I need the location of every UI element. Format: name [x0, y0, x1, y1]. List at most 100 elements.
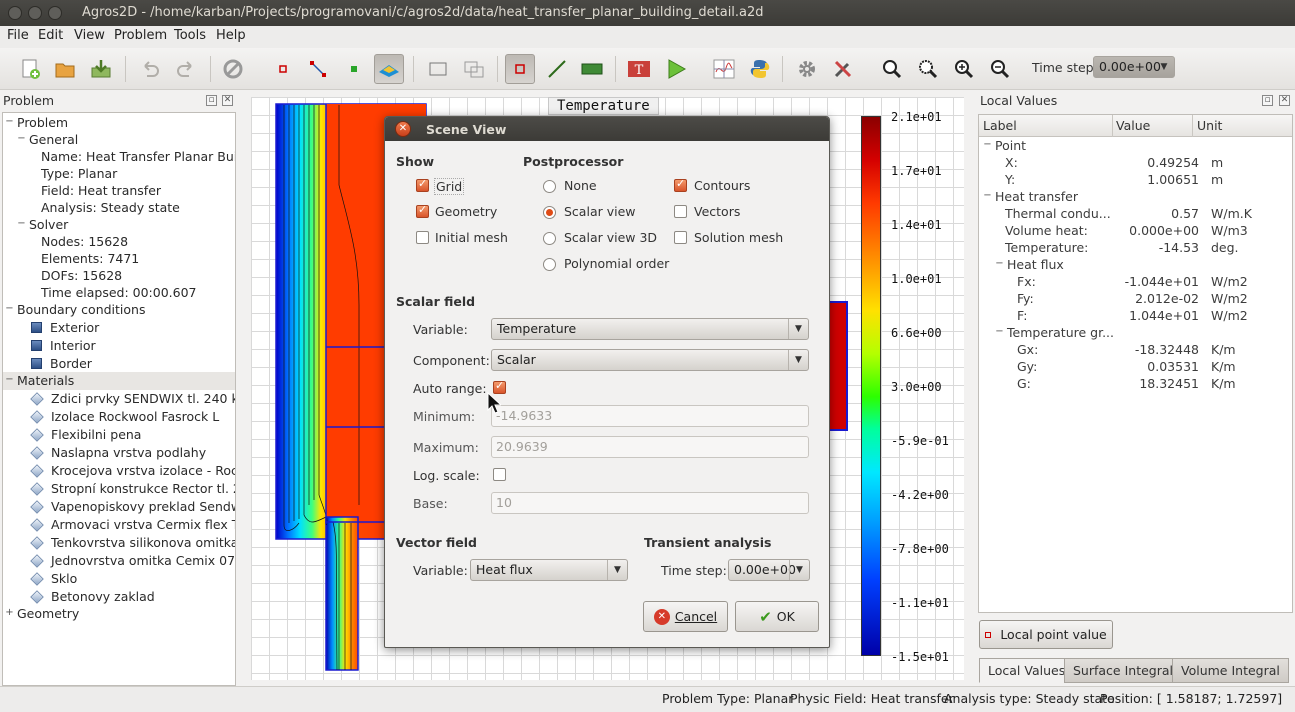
problem-tree[interactable]: − Problem − General Name: Heat Transfer Pl… [2, 112, 236, 686]
tree-item-material[interactable]: Betonovy zaklad [30, 588, 155, 606]
zoom-region-magnifier-icon[interactable] [913, 54, 943, 84]
tree-item-material[interactable]: Sklo [30, 570, 77, 588]
chart-icon[interactable] [709, 54, 739, 84]
tree-item-bc-exterior[interactable]: Exterior [31, 319, 99, 337]
python-icon[interactable] [745, 54, 775, 84]
table-row[interactable]: Gy: 0.03531 K/m [1017, 358, 1290, 375]
float-panel-icon[interactable]: ▫ [1262, 95, 1273, 106]
vector-variable-select[interactable]: Heat flux ▼ [470, 559, 628, 581]
tree-item-material[interactable]: Stropní konstrukce Rector tl. 2... [30, 480, 235, 498]
geometry-checkbox[interactable] [416, 203, 429, 218]
node-mode-icon[interactable] [268, 54, 298, 84]
initial-mesh-checkbox[interactable] [416, 231, 429, 244]
column-label[interactable]: Label [983, 118, 1017, 133]
tree-item-heat-flux[interactable]: − Heat flux [995, 256, 1064, 273]
tree-item-type[interactable]: Type: Planar [41, 165, 117, 183]
tab-local-values[interactable]: Local Values [979, 658, 1075, 683]
label-mode-icon[interactable] [339, 54, 369, 84]
solve-icon[interactable] [661, 54, 691, 84]
cancel-button[interactable]: ✕ Cancel [643, 601, 728, 632]
dialog-time-step-select[interactable]: 0.00e+00 ▼ [728, 559, 810, 581]
zoom-region-icon[interactable] [423, 54, 453, 84]
tree-item-problem[interactable]: − Problem [5, 114, 68, 132]
vectors-checkbox[interactable] [674, 205, 687, 218]
tools-icon[interactable] [828, 54, 858, 84]
component-select[interactable]: Scalar ▼ [491, 349, 809, 371]
table-row[interactable]: G: 18.32451 K/m [1017, 375, 1290, 392]
solution-mesh-checkbox[interactable] [674, 231, 687, 244]
column-unit[interactable]: Unit [1197, 118, 1222, 133]
tree-item-solver[interactable]: − Solver [17, 216, 68, 234]
table-row[interactable]: Fx: -1.044e+01 W/m2 [1017, 273, 1290, 290]
log-scale-checkbox[interactable] [493, 468, 506, 481]
open-folder-icon[interactable] [50, 54, 80, 84]
tree-item-temperature-gradient[interactable]: − Temperature gr... [995, 324, 1114, 341]
tree-item-material[interactable]: Vapenopiskovy preklad Sendw... [30, 498, 235, 516]
ok-button[interactable]: ✔ OK [735, 601, 819, 632]
table-row[interactable]: Fy: 2.012e-02 W/m2 [1017, 290, 1290, 307]
tree-item-material[interactable]: Jednovrstva omitka Cemix 073... [30, 552, 235, 570]
none-radio[interactable] [543, 180, 556, 193]
close-panel-icon[interactable]: ✕ [222, 95, 233, 106]
postprocessor-mode-icon[interactable] [374, 54, 404, 84]
mesh-select-icon[interactable] [505, 54, 535, 84]
transform-icon[interactable] [459, 54, 489, 84]
close-panel-icon[interactable]: ✕ [1279, 95, 1290, 106]
zoom-best-fit-icon[interactable] [877, 54, 907, 84]
tree-item-material[interactable]: Flexibilni pena [30, 426, 141, 444]
menu-file[interactable]: File [7, 28, 29, 43]
tree-item-name[interactable]: Name: Heat Transfer Planar Bui... [41, 148, 235, 166]
tree-item-general[interactable]: − General [17, 131, 78, 149]
tree-item-materials[interactable]: − Materials [3, 372, 235, 390]
tree-item-field[interactable]: Field: Heat transfer [41, 182, 161, 200]
table-row[interactable]: Y: 1.00651 m [1005, 171, 1290, 188]
tree-item-analysis[interactable]: Analysis: Steady state [41, 199, 180, 217]
table-row[interactable]: X: 0.49254 m [1005, 154, 1290, 171]
minimum-input[interactable]: -14.9633 [491, 405, 809, 427]
tree-item-elements[interactable]: Elements: 7471 [41, 250, 139, 268]
menu-help[interactable]: Help [216, 28, 246, 43]
table-row[interactable]: Thermal condu... 0.57 W/m.K [1005, 205, 1290, 222]
tree-item-material[interactable]: Tenkovrstva silikonova omitka ... [30, 534, 235, 552]
maximum-input[interactable]: 20.9639 [491, 436, 809, 458]
settings-gear-icon[interactable] [792, 54, 822, 84]
maximize-window-icon[interactable] [48, 6, 62, 20]
minimize-window-icon[interactable] [28, 6, 42, 20]
tree-item-material[interactable]: Zdici prvky SENDWIX tl. 240 ko... [30, 390, 235, 408]
tree-item-dofs[interactable]: DOFs: 15628 [41, 267, 122, 285]
table-row[interactable]: Temperature: -14.53 deg. [1005, 239, 1290, 256]
tree-item-time-elapsed[interactable]: Time elapsed: 00:00.607 [41, 284, 197, 302]
toolbar-time-step-combo[interactable]: 0.00e+00 ▼ [1093, 56, 1175, 78]
scalar-view-3d-radio[interactable] [543, 232, 556, 245]
tree-item-material[interactable]: Armovaci vrstva Cermix flex T ... [30, 516, 235, 534]
table-row[interactable]: Gx: -18.32448 K/m [1017, 341, 1290, 358]
base-input[interactable]: 10 [491, 492, 809, 514]
table-row[interactable]: F: 1.044e+01 W/m2 [1017, 307, 1290, 324]
table-row[interactable]: Volume heat: 0.000e+00 W/m3 [1005, 222, 1290, 239]
float-panel-icon[interactable]: ▫ [206, 95, 217, 106]
undo-icon[interactable] [135, 54, 165, 84]
tab-volume-integral[interactable]: Volume Integral [1172, 658, 1289, 683]
column-value[interactable]: Value [1116, 118, 1150, 133]
tree-item-bc-interior[interactable]: Interior [31, 337, 96, 355]
tree-item-heat-transfer[interactable]: − Heat transfer [983, 188, 1078, 205]
zoom-out-icon[interactable] [985, 54, 1015, 84]
close-dialog-icon[interactable]: ✕ [395, 121, 411, 137]
tree-item-material[interactable]: Naslapna vrstva podlahy [30, 444, 206, 462]
contours-checkbox[interactable] [674, 177, 687, 192]
draw-rectangle-icon[interactable] [577, 54, 607, 84]
local-values-table[interactable]: Label Value Unit − Point X: 0.49254 m Y: 1.0… [978, 114, 1293, 613]
menu-tools[interactable]: Tools [174, 28, 206, 43]
scalar-variable-select[interactable]: Temperature ▼ [491, 318, 809, 340]
polynomial-order-radio[interactable] [543, 258, 556, 271]
menu-edit[interactable]: Edit [38, 28, 63, 43]
new-document-icon[interactable] [15, 54, 45, 84]
menu-problem[interactable]: Problem [114, 28, 167, 43]
close-window-icon[interactable] [8, 6, 22, 20]
tree-item-nodes[interactable]: Nodes: 15628 [41, 233, 128, 251]
delete-icon[interactable] [218, 54, 248, 84]
local-point-value-button[interactable]: Local point value [979, 620, 1113, 649]
material-icon[interactable]: T [624, 54, 654, 84]
edge-mode-icon[interactable] [303, 54, 333, 84]
tree-item-material[interactable]: Krocejova vrstva izolace - Rock... [30, 462, 235, 480]
